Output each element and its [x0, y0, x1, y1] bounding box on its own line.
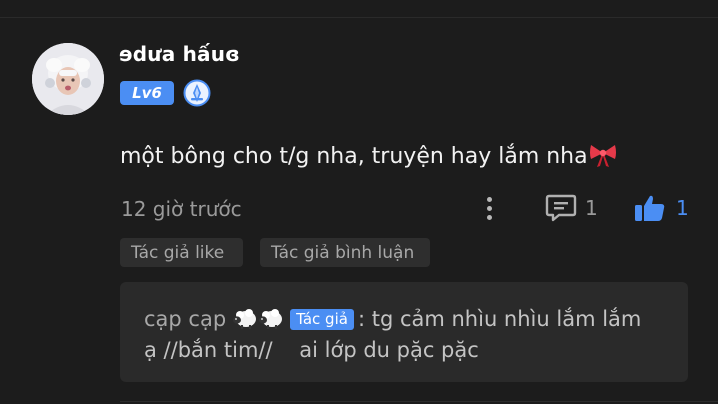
more-options-button[interactable]	[478, 193, 500, 223]
dot	[486, 205, 492, 211]
level-badge: Lv6	[120, 81, 174, 105]
author-badge: Tác giả	[290, 308, 354, 330]
reply-button[interactable]: 1	[545, 192, 598, 224]
comment-icon	[545, 194, 577, 222]
dot	[486, 196, 492, 202]
reply-count: 1	[585, 196, 598, 220]
timestamp: 12 giờ trước	[121, 197, 242, 221]
avatar[interactable]	[32, 43, 104, 115]
comment-body: một bông cho t/g nha, truyện hay lắm nha	[120, 144, 588, 169]
author-reply-box[interactable]: cạp cạp Tác giả : tg cảm nhìu nhìu lắm l…	[120, 282, 688, 382]
bottom-divider	[120, 401, 718, 402]
top-divider	[0, 17, 718, 18]
tag-author-replied: Tác giả bình luận	[260, 238, 430, 267]
comment-text: một bông cho t/g nha, truyện hay lắm nha	[120, 142, 618, 169]
tag-author-liked: Tác giả like	[120, 238, 243, 267]
dot	[486, 214, 492, 220]
reply-line-1: cạp cạp Tác giả : tg cảm nhìu nhìu lắm l…	[144, 307, 641, 331]
sheep-icon	[258, 308, 284, 330]
like-count: 1	[676, 196, 689, 220]
reply-author-name[interactable]: cạp cạp	[144, 307, 226, 331]
username[interactable]: ɘdưa hấuɞ	[119, 42, 240, 66]
sheep-icon	[232, 308, 258, 330]
reply-text-2: ạ //bắn tim// ai lớp du pặc pặc	[144, 338, 479, 362]
ribbon-bow-icon	[588, 142, 618, 168]
like-button[interactable]: 1	[634, 192, 689, 224]
reply-text-1: : tg cảm nhìu nhìu lắm lắm	[357, 307, 642, 331]
rank-badge-icon	[183, 79, 211, 107]
thumbs-up-icon	[635, 195, 665, 221]
